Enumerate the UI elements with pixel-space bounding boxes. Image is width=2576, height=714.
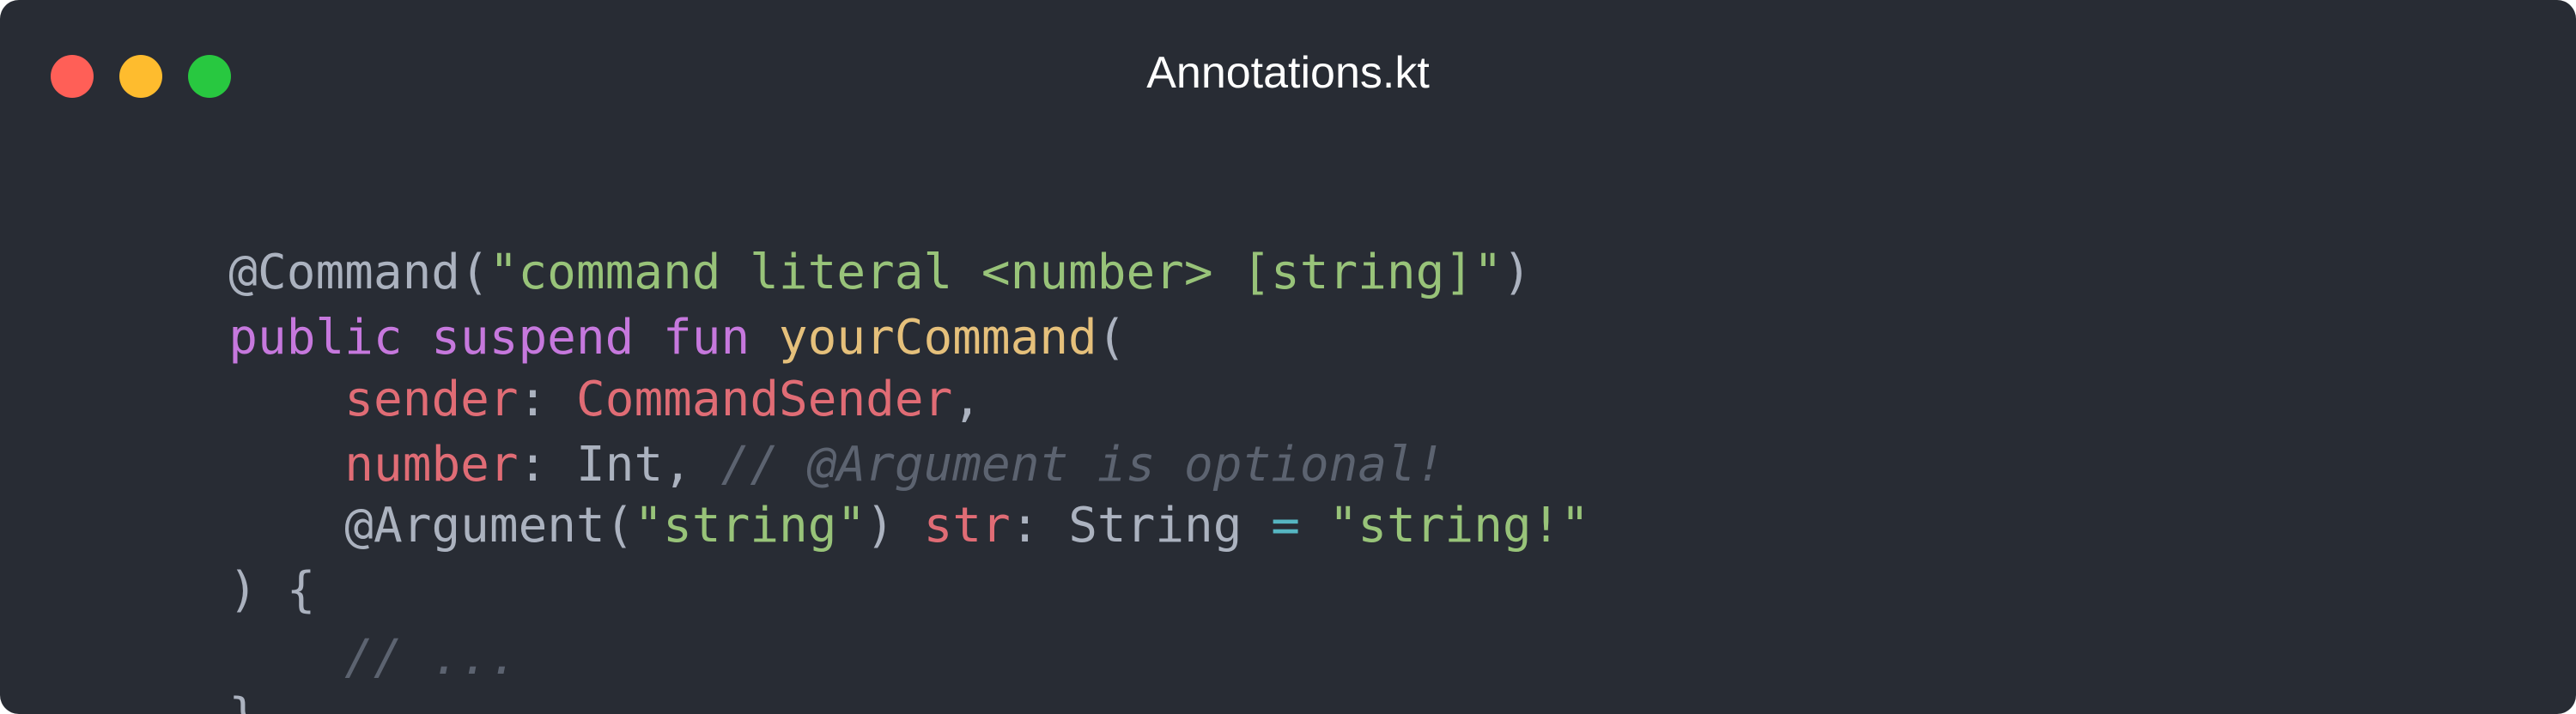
code-token: = [1271,498,1300,554]
code-token: "string" [634,498,866,554]
code-token: ( [1097,310,1127,366]
code-window: Annotations.kt @Command("command literal… [0,0,2576,714]
code-token: @Argument( [344,498,635,554]
window-titlebar: Annotations.kt [0,0,2576,146]
code-comment: // ... [344,630,519,686]
code-line-1: @Command("command literal <number> [stri… [55,180,1531,300]
code-line-2: public suspend fun yourCommand( [55,245,1126,366]
code-line-8: } [55,624,258,714]
code-line-5: @Argument("string") str: String = "strin… [55,433,1589,554]
code-token: ) [1502,245,1532,300]
code-line-3: sender: CommandSender, [55,307,981,427]
code-line-7: // ... [55,566,518,686]
code-line-6: ) { [55,498,315,618]
window-title: Annotations.kt [1146,48,1430,98]
code-token: ) [866,498,924,554]
code-token: : String [1010,498,1272,554]
code-line-4: number: Int, // @Argument is optional! [55,372,1444,493]
code-token: "string!" [1328,498,1590,554]
code-token: str [923,498,1011,554]
code-token: } [228,688,258,714]
code-block: @Command("command literal <number> [stri… [55,0,1589,714]
